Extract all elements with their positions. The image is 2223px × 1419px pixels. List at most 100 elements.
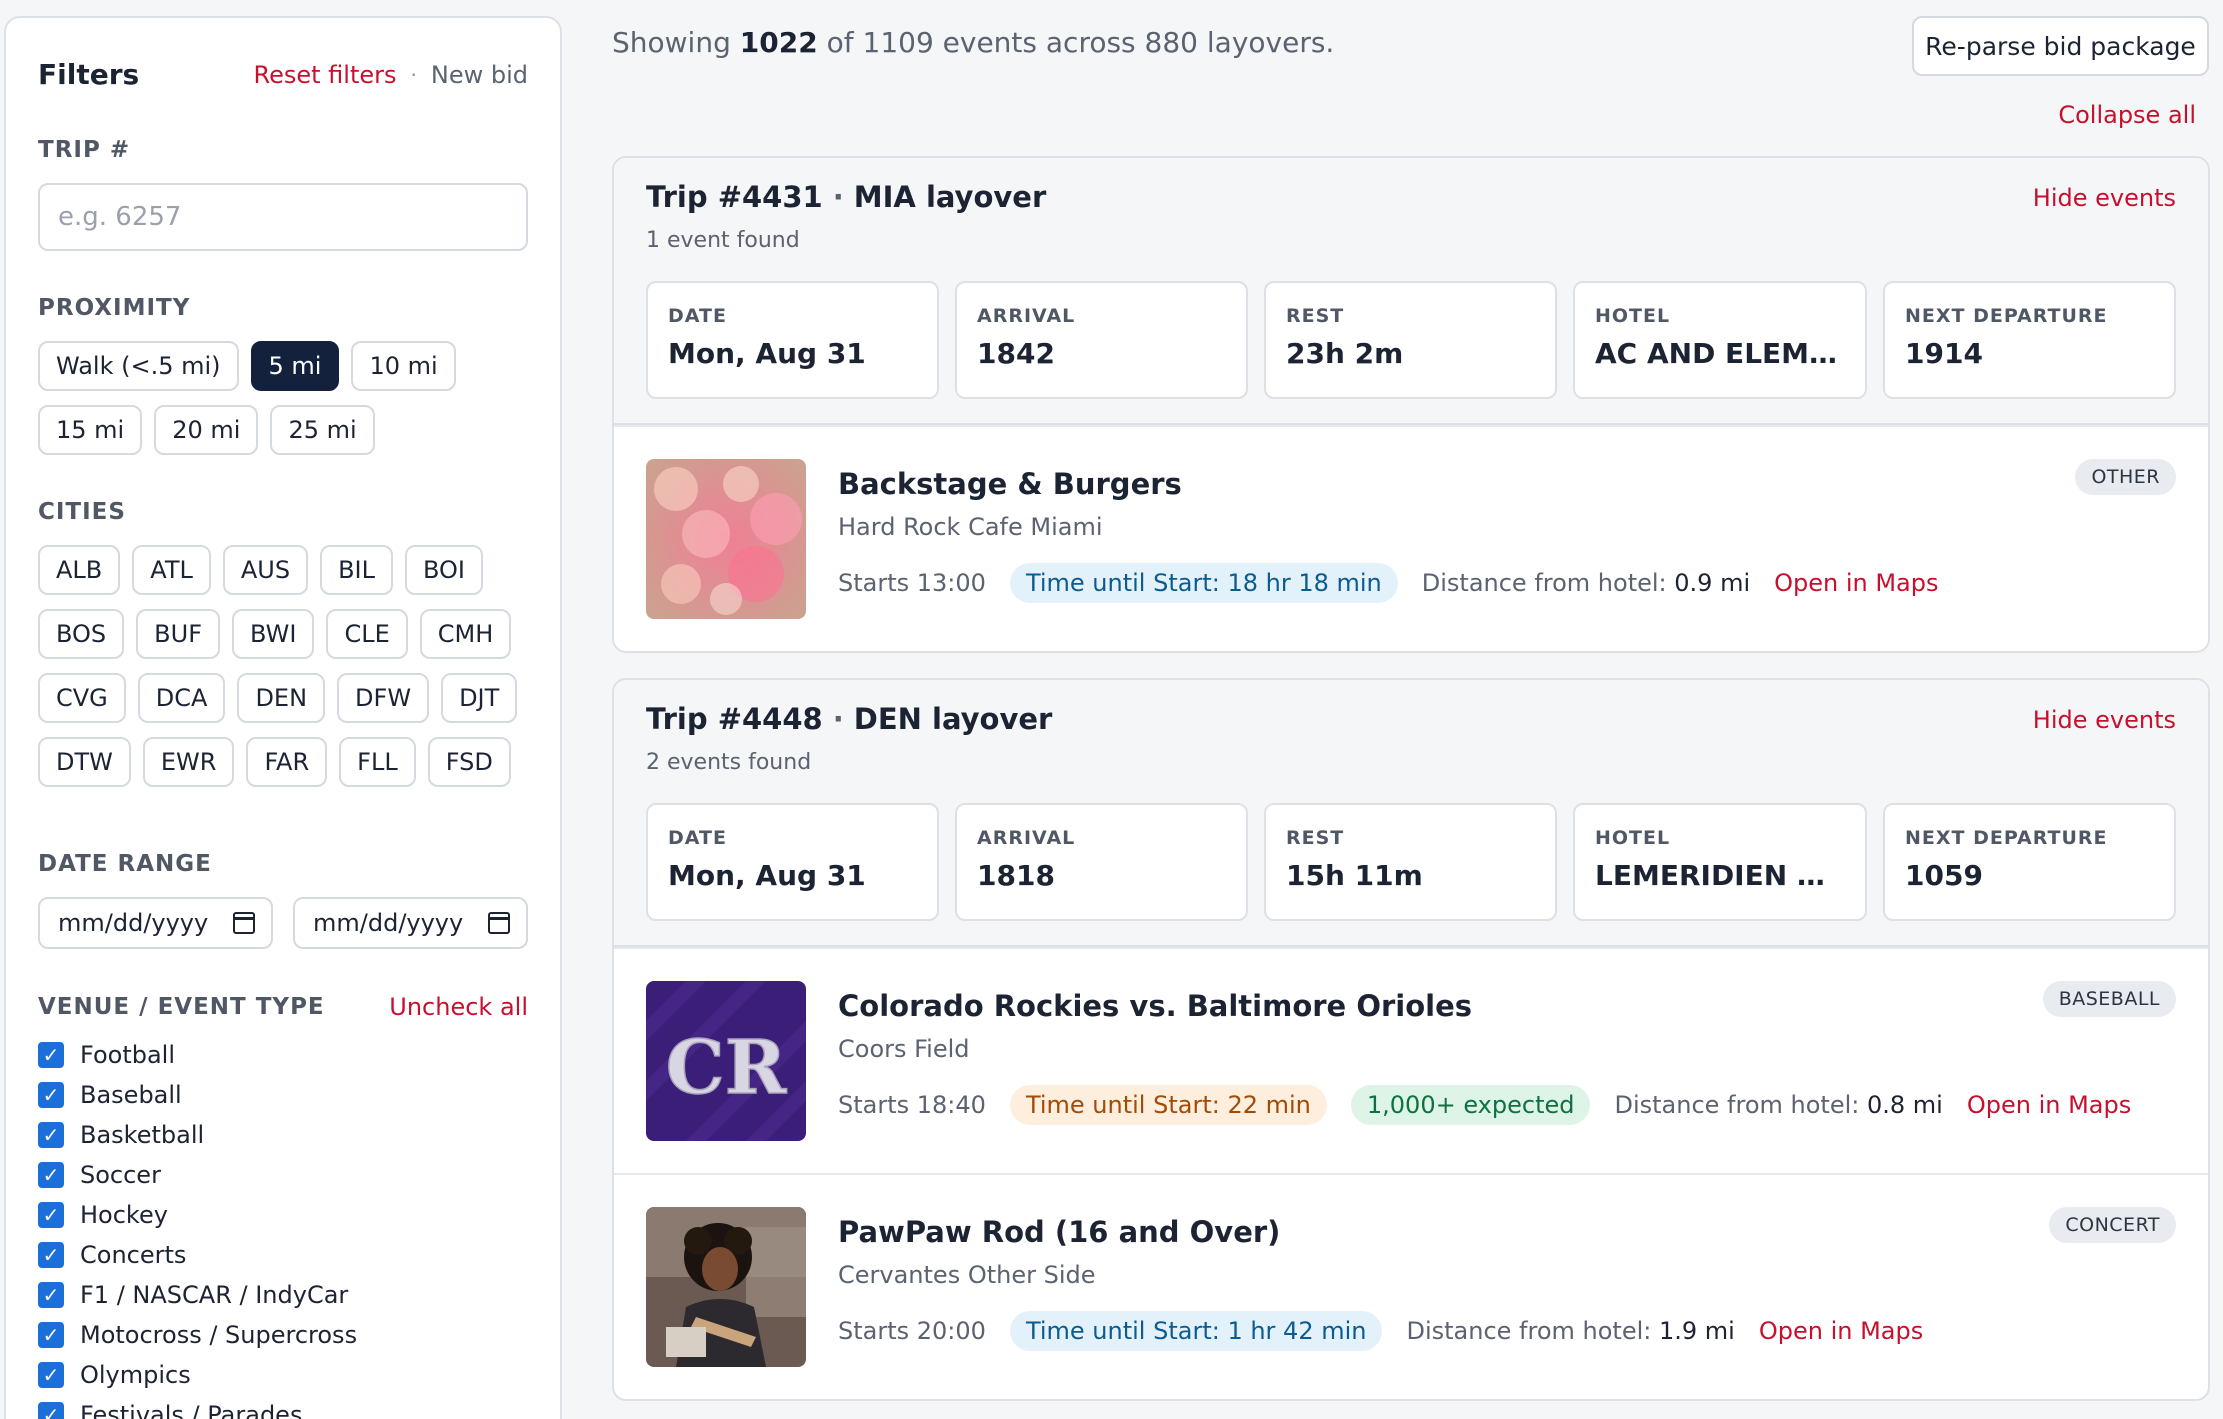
city-chip[interactable]: FAR [246,737,328,787]
city-chip[interactable]: DJT [441,673,518,723]
open-in-maps-link[interactable]: Open in Maps [1774,569,1938,597]
stat-arrival: ARRIVAL 1818 [955,803,1248,921]
city-chip[interactable]: CMH [419,609,512,659]
venue-type-option[interactable]: ✓ F1 / NASCAR / IndyCar [38,1275,528,1315]
stat-hotel: HOTEL AC AND ELEMEN... [1573,281,1867,399]
checkbox-checked-icon[interactable]: ✓ [38,1402,64,1419]
venue-type-option[interactable]: ✓ Football [38,1035,528,1075]
city-chip[interactable]: ATL [132,545,211,595]
venue-type-option-label: Festivals / Parades [80,1401,303,1419]
rockies-logo-text: CR [666,1025,787,1111]
open-in-maps-link[interactable]: Open in Maps [1967,1091,2131,1119]
distance-from-hotel: Distance from hotel: 0.9 mi [1422,569,1750,597]
city-chip[interactable]: AUS [222,545,309,595]
proximity-20mi[interactable]: 20 mi [154,405,259,455]
event-details: Backstage & Burgers Hard Rock Cafe Miami… [838,459,1963,619]
stat-label: ARRIVAL [977,305,1076,327]
trip-card: Trip #4431 · MIA layover 1 event found Hid… [612,156,2210,653]
checkbox-checked-icon[interactable]: ✓ [38,1362,64,1388]
checkbox-checked-icon[interactable]: ✓ [38,1042,64,1068]
city-chip[interactable]: ALB [38,545,121,595]
event-type-badge: OTHER [2075,459,2176,495]
venue-type-option[interactable]: ✓ Concerts [38,1235,528,1275]
proximity-walk[interactable]: Walk (<.5 mi) [38,341,239,391]
uncheck-all-link[interactable]: Uncheck all [389,993,528,1021]
city-chip[interactable]: CLE [326,609,408,659]
checkbox-checked-icon[interactable]: ✓ [38,1242,64,1268]
new-bid-link[interactable]: New bid [431,61,528,89]
city-chip[interactable]: FLL [339,737,416,787]
hide-events-link[interactable]: Hide events [2033,184,2176,212]
city-chip[interactable]: DFW [337,673,430,723]
proximity-15mi[interactable]: 15 mi [38,405,143,455]
stat-date: DATE Mon, Aug 31 [646,281,939,399]
checkbox-checked-icon[interactable]: ✓ [38,1322,64,1348]
filters-header: Filters Reset filters · New bid [38,58,528,91]
city-chip[interactable]: BOS [38,609,125,659]
start-date-placeholder: mm/dd/yyyy [58,909,209,937]
distance-from-hotel: Distance from hotel: 0.8 mi [1614,1091,1942,1119]
city-chip[interactable]: BUF [136,609,221,659]
venue-type-option[interactable]: ✓ Soccer [38,1155,528,1195]
venue-type-option[interactable]: ✓ Hockey [38,1195,528,1235]
event-item: PawPaw Rod (16 and Over) Cervantes Other… [614,1173,2208,1399]
venue-type-option-label: Basketball [80,1121,205,1149]
venue-type-option[interactable]: ✓ Baseball [38,1075,528,1115]
trip-layover: DEN layover [853,702,1053,736]
trip-title: Trip #4431 · MIA layover [646,180,2176,214]
proximity-10mi[interactable]: 10 mi [351,341,456,391]
end-date-input[interactable]: mm/dd/yyyy [293,897,528,949]
trip-title: Trip #4448 · DEN layover [646,702,2176,736]
trip-label: TRIP # [38,137,131,163]
attendance-badge: 1,000+ expected [1350,1085,1591,1125]
trip-number: Trip #4448 [646,702,823,736]
cities-label: CITIES [38,499,126,525]
proximity-5mi[interactable]: 5 mi [250,341,340,391]
venue-type-option[interactable]: ✓ Motocross / Supercross [38,1315,528,1355]
trip-number-input[interactable] [38,183,528,251]
collapse-all-link[interactable]: Collapse all [2058,101,2196,129]
summary-prefix: Showing [612,26,731,59]
events-found-count: 1 event found [646,228,800,253]
stat-value: 1818 [977,859,1055,892]
trip-header: Trip #4431 · MIA layover 1 event found Hid… [614,158,2208,425]
proximity-25mi[interactable]: 25 mi [270,405,375,455]
checkbox-checked-icon[interactable]: ✓ [38,1202,64,1228]
calendar-icon[interactable] [233,912,255,934]
city-chip[interactable]: EWR [142,737,235,787]
city-chip[interactable]: FSD [427,737,511,787]
hide-events-link[interactable]: Hide events [2033,706,2176,734]
trip-card: Trip #4448 · DEN layover 2 events found Hi… [612,678,2210,1401]
event-meta: Starts 20:00 Time until Start: 1 hr 42 m… [838,1311,1947,1351]
venue-type-option[interactable]: ✓ Festivals / Parades [38,1395,528,1419]
venue-type-option-label: Soccer [80,1161,161,1189]
city-chip[interactable]: DCA [137,673,226,723]
venue-type-label: VENUE / EVENT TYPE [38,994,325,1020]
checkbox-checked-icon[interactable]: ✓ [38,1122,64,1148]
city-chip[interactable]: BOI [405,545,484,595]
event-type-badge: BASEBALL [2042,981,2176,1017]
city-chip[interactable]: DEN [237,673,326,723]
venue-type-option-label: Hockey [80,1201,168,1229]
event-details: Colorado Rockies vs. Baltimore Orioles C… [838,981,2155,1141]
city-chip[interactable]: DTW [38,737,131,787]
stat-next-departure: NEXT DEPARTURE 1059 [1883,803,2176,921]
time-until-badge: Time until Start: 22 min [1009,1085,1327,1125]
city-chip[interactable]: BWI [232,609,315,659]
open-in-maps-link[interactable]: Open in Maps [1759,1317,1923,1345]
start-date-input[interactable]: mm/dd/yyyy [38,897,273,949]
venue-type-option[interactable]: ✓ Basketball [38,1115,528,1155]
summary-shown-count: 1022 [739,26,818,59]
checkbox-checked-icon[interactable]: ✓ [38,1162,64,1188]
checkbox-checked-icon[interactable]: ✓ [38,1082,64,1108]
stat-hotel: HOTEL LEMERIDIEN AC ... [1573,803,1867,921]
calendar-icon[interactable] [488,912,510,934]
trip-header: Trip #4448 · DEN layover 2 events found Hi… [614,680,2208,947]
checkbox-checked-icon[interactable]: ✓ [38,1282,64,1308]
city-chip[interactable]: CVG [38,673,126,723]
reparse-bid-package-button[interactable]: Re-parse bid package [1912,16,2209,76]
venue-type-option[interactable]: ✓ Olympics [38,1355,528,1395]
event-meta: Starts 18:40 Time until Start: 22 min 1,… [838,1085,2155,1125]
reset-filters-link[interactable]: Reset filters [254,61,397,89]
city-chip[interactable]: BIL [320,545,393,595]
